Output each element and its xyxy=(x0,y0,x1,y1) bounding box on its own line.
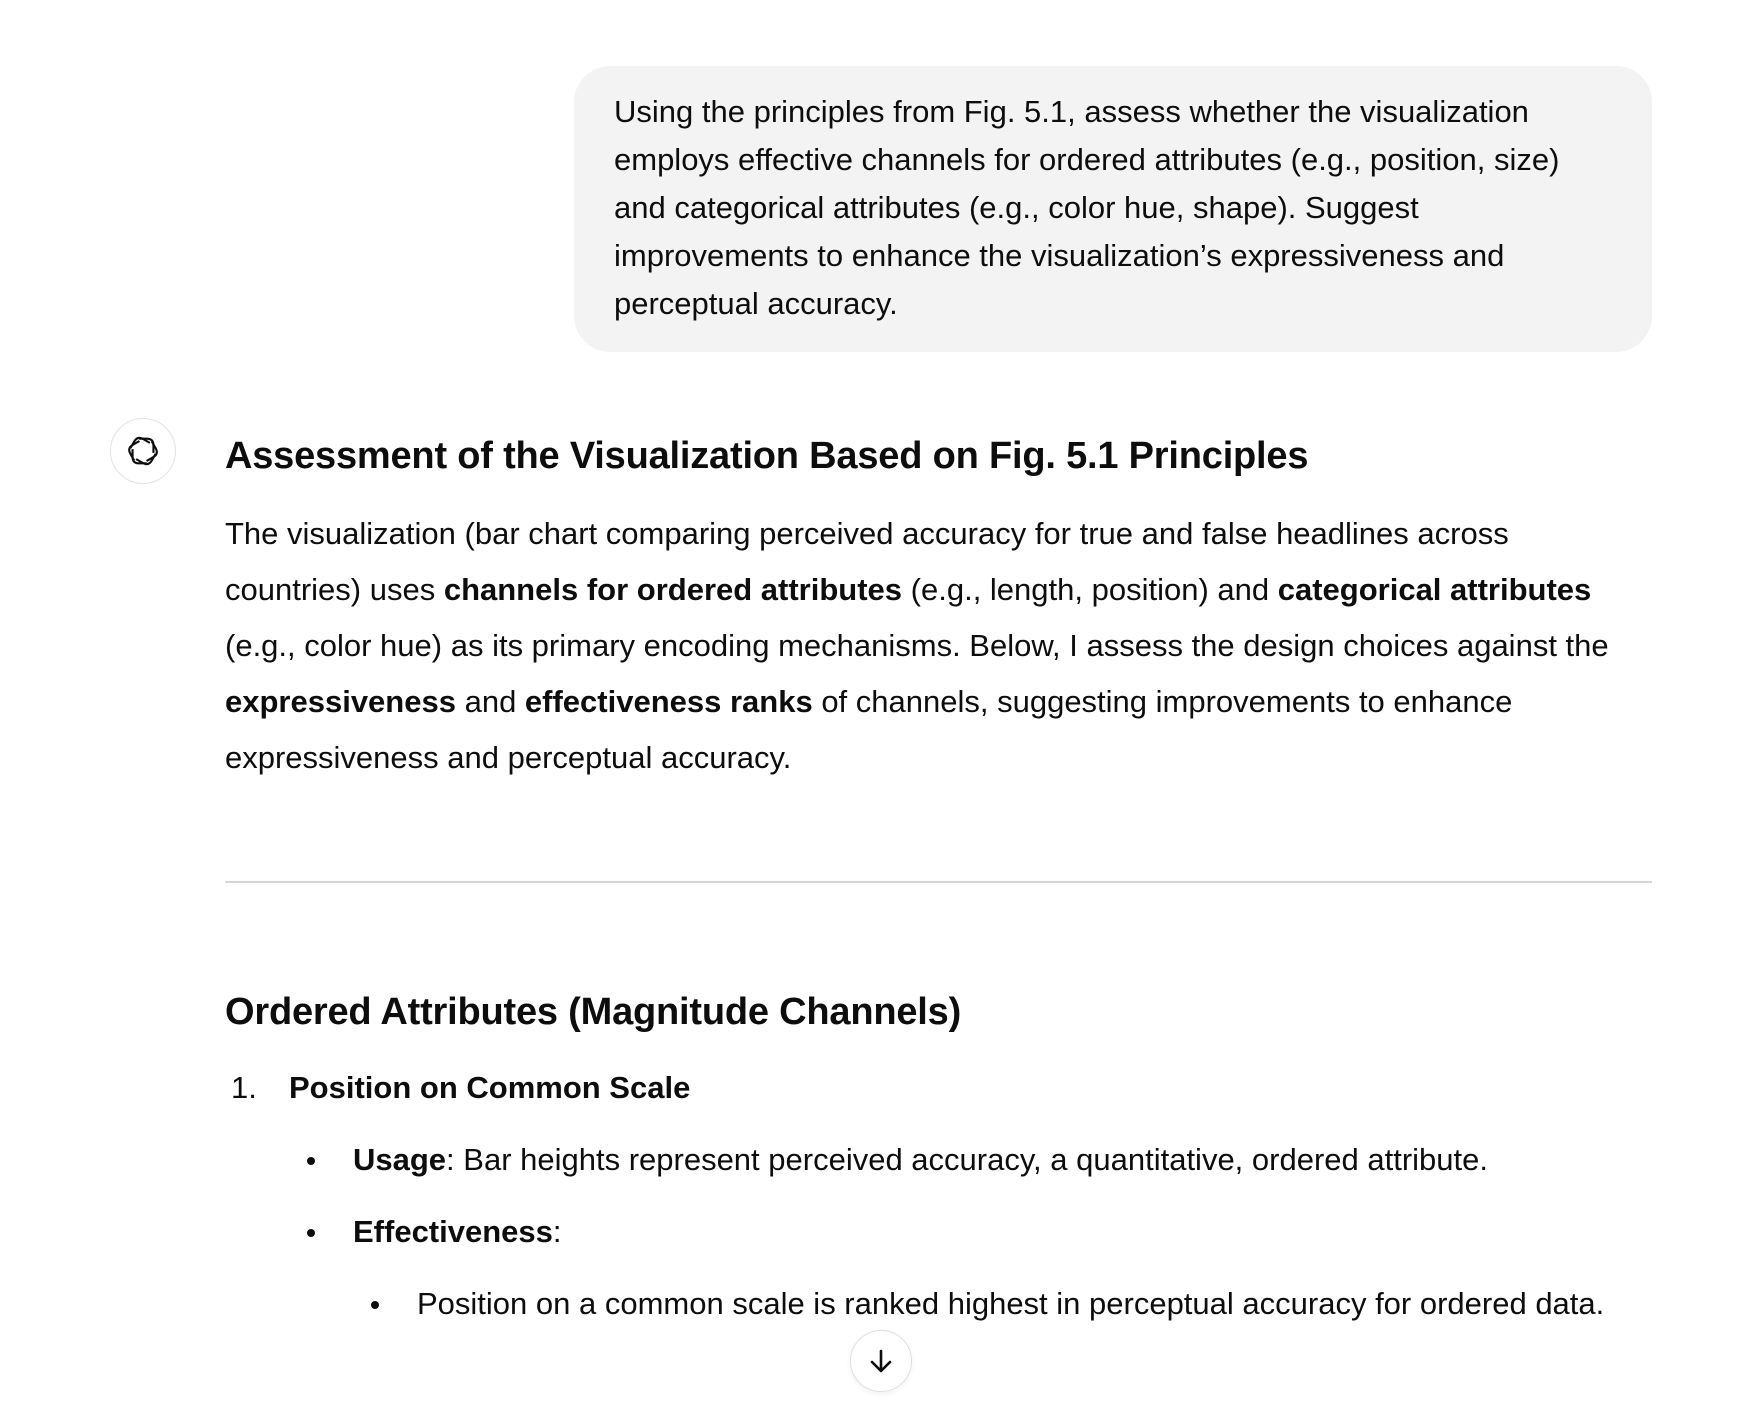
effectiveness-bullet: Effectiveness: xyxy=(307,1204,1652,1260)
section-heading: Ordered Attributes (Magnitude Channels) xyxy=(225,991,962,1033)
assistant-message: Assessment of the Visualization Based on… xyxy=(225,428,1652,1321)
user-message-text: Using the principles from Fig. 5.1, asse… xyxy=(614,94,1560,321)
usage-label: Usage xyxy=(353,1142,447,1177)
user-message-bubble: Using the principles from Fig. 5.1, asse… xyxy=(574,66,1652,352)
usage-text: : Bar heights represent perceived accura… xyxy=(446,1142,1488,1177)
arrow-down-icon xyxy=(870,1349,892,1373)
effectiveness-suffix: : xyxy=(552,1214,562,1249)
intro-bold-ordered: channels for ordered attributes xyxy=(443,572,903,607)
usage-bullet: Usage: Bar heights represent perceived a… xyxy=(307,1132,1652,1188)
intro-bold-effectiveness: effectiveness ranks xyxy=(524,684,813,719)
intro-text-3: (e.g., color hue) as its primary encodin… xyxy=(225,628,1609,663)
effectiveness-label: Effectiveness xyxy=(353,1214,553,1249)
openai-logo-icon xyxy=(128,436,158,466)
effectiveness-sub-bullet: Position on a common scale is ranked hig… xyxy=(371,1276,1617,1332)
list-item-title: Position on Common Scale xyxy=(289,1070,691,1105)
list-number: 1. xyxy=(231,1070,257,1105)
intro-text-4: and xyxy=(455,684,525,719)
scroll-to-bottom-button[interactable] xyxy=(850,1330,912,1392)
chat-page: Using the principles from Fig. 5.1, asse… xyxy=(0,0,1750,1418)
ordered-attributes-section: Ordered Attributes (Magnitude Channels) … xyxy=(225,984,1652,1332)
intro-bold-expressiveness: expressiveness xyxy=(225,684,456,719)
section-divider xyxy=(225,881,1652,883)
sub-bullet-text: Position on a common scale is ranked hig… xyxy=(417,1286,1605,1321)
bullet-dot xyxy=(307,1229,315,1237)
list-item: 1. Position on Common Scale xyxy=(225,1060,1652,1116)
intro-bold-categorical: categorical attributes xyxy=(1277,572,1592,607)
assessment-heading: Assessment of the Visualization Based on… xyxy=(225,435,1309,477)
intro-text-2: (e.g., length, position) and xyxy=(902,572,1278,607)
assistant-avatar xyxy=(110,418,176,484)
intro-paragraph: The visualization (bar chart comparing p… xyxy=(225,506,1625,786)
bullet-dot xyxy=(371,1301,379,1309)
bullet-dot xyxy=(307,1157,315,1165)
